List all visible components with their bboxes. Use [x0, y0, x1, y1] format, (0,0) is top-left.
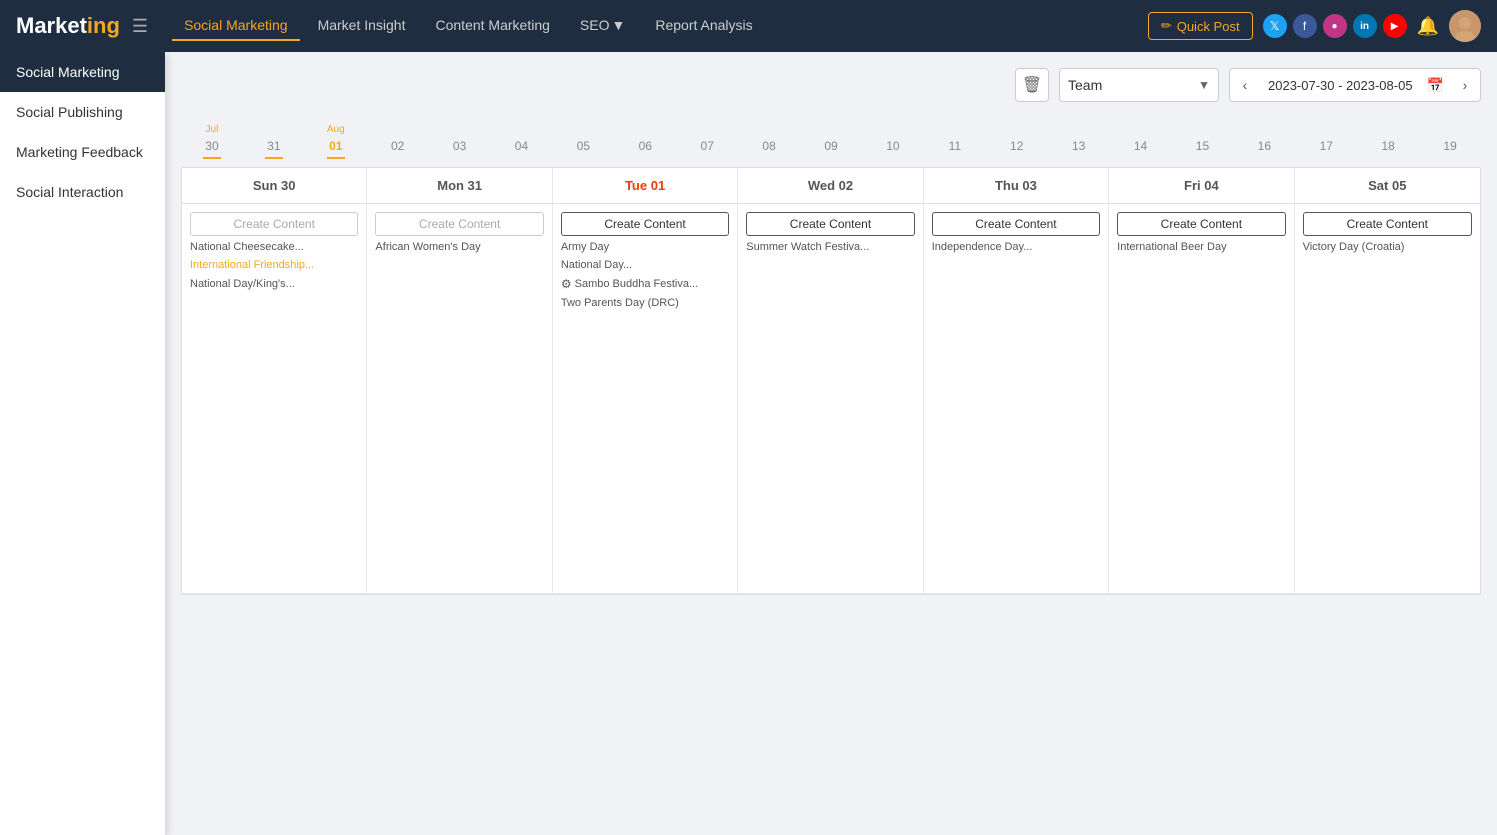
facebook-icon[interactable]: f — [1293, 14, 1317, 38]
hamburger-icon[interactable]: ☰ — [132, 16, 148, 37]
logo-text: Marketing — [16, 13, 120, 39]
create-content-thu03[interactable]: Create Content — [932, 212, 1100, 236]
quick-post-label: Quick Post — [1177, 19, 1240, 34]
ds-05[interactable]: 05 — [552, 135, 614, 159]
create-content-sun30[interactable]: Create Content — [190, 212, 358, 236]
cal-cell-sun30: Create Content National Cheesecake... In… — [182, 204, 367, 594]
date-range-selector: ‹ 2023-07-30 - 2023-08-05 📅 › — [1229, 68, 1481, 102]
ds-18[interactable]: 18 — [1357, 135, 1419, 159]
create-content-wed02[interactable]: Create Content — [746, 212, 914, 236]
cal-header-tue01: Tue 01 — [553, 168, 738, 203]
cal-cell-tue01: Create Content Army Day National Day... … — [553, 204, 738, 594]
header-right: ✏ Quick Post 𝕏 f ● in ▶ 🔔 — [1148, 10, 1481, 42]
sidebar-item-social-interaction[interactable]: Social Interaction — [0, 172, 165, 212]
sidebar-item-marketing-feedback[interactable]: Marketing Feedback — [0, 132, 165, 172]
ds-07[interactable]: 07 — [676, 135, 738, 159]
ds-08[interactable]: 08 — [738, 135, 800, 159]
event-tue01-4[interactable]: Two Parents Day (DRC) — [561, 296, 729, 310]
ds-15[interactable]: 15 — [1172, 135, 1234, 159]
ds-jul30[interactable]: Jul 30 — [181, 124, 243, 159]
calendar-header-row: Sun 30 Mon 31 Tue 01 Wed 02 Thu 03 Fri 0… — [182, 168, 1480, 204]
twitter-icon[interactable]: 𝕏 — [1263, 14, 1287, 38]
calendar-icon[interactable]: 📅 — [1421, 77, 1450, 94]
ds-17[interactable]: 17 — [1295, 135, 1357, 159]
main-layout: Social Marketing Social Publishing Marke… — [0, 52, 1497, 835]
team-select[interactable]: Team — [1060, 77, 1190, 93]
sidebar-item-social-publishing[interactable]: Social Publishing — [0, 92, 165, 132]
cal-cell-sat05: Create Content Victory Day (Croatia) — [1295, 204, 1480, 594]
create-content-sat05[interactable]: Create Content — [1303, 212, 1472, 236]
ds-04[interactable]: 04 — [491, 135, 553, 159]
header: Marketing ☰ Social Marketing Market Insi… — [0, 0, 1497, 52]
event-tue01-1[interactable]: Army Day — [561, 240, 729, 254]
linkedin-icon[interactable]: in — [1353, 14, 1377, 38]
ds-13[interactable]: 13 — [1048, 135, 1110, 159]
ds-06[interactable]: 06 — [614, 135, 676, 159]
sidebar-dropdown: Social Marketing Social Publishing Marke… — [0, 52, 165, 835]
ds-03[interactable]: 03 — [429, 135, 491, 159]
calendar-body-row: Create Content National Cheesecake... In… — [182, 204, 1480, 594]
date-range-text: 2023-07-30 - 2023-08-05 — [1260, 78, 1421, 93]
ds-12[interactable]: 12 — [986, 135, 1048, 159]
cal-cell-thu03: Create Content Independence Day... — [924, 204, 1109, 594]
nav-market-insight[interactable]: Market Insight — [306, 11, 418, 41]
event-sun30-2[interactable]: International Friendship... — [190, 258, 358, 272]
cal-header-mon31: Mon 31 — [367, 168, 552, 203]
ds-aug01[interactable]: Aug 01 — [305, 124, 367, 159]
ds-31[interactable]: 31 — [243, 135, 305, 159]
ds-10[interactable]: 10 — [862, 135, 924, 159]
cal-cell-fri04: Create Content International Beer Day — [1109, 204, 1294, 594]
ds-16[interactable]: 16 — [1233, 135, 1295, 159]
event-mon31-1[interactable]: African Women's Day — [375, 240, 543, 254]
team-chevron-icon: ▼ — [1190, 78, 1218, 92]
prev-date-button[interactable]: ‹ — [1230, 68, 1260, 102]
create-content-fri04[interactable]: Create Content — [1117, 212, 1285, 236]
main-nav: Social Marketing Market Insight Content … — [172, 11, 1148, 41]
cal-header-thu03: Thu 03 — [924, 168, 1109, 203]
date-strip: Jul 30 31 Aug 01 02 03 — [181, 116, 1481, 163]
ds-11[interactable]: 11 — [924, 135, 986, 159]
logo: Marketing ☰ — [16, 13, 148, 39]
cal-header-sat05: Sat 05 — [1295, 168, 1480, 203]
event-sat05-1[interactable]: Victory Day (Croatia) — [1303, 240, 1472, 254]
event-wed02-1[interactable]: Summer Watch Festiva... — [746, 240, 914, 254]
team-select-wrap: Team ▼ — [1059, 68, 1219, 102]
event-tue01-3[interactable]: ⚙ Sambo Buddha Festiva... — [561, 277, 729, 293]
cal-header-sun30: Sun 30 — [182, 168, 367, 203]
create-content-mon31[interactable]: Create Content — [375, 212, 543, 236]
sidebar-item-social-marketing[interactable]: Social Marketing — [0, 52, 165, 92]
nav-content-marketing[interactable]: Content Marketing — [424, 11, 562, 41]
quick-post-button[interactable]: ✏ Quick Post — [1148, 12, 1253, 40]
cal-header-fri04: Fri 04 — [1109, 168, 1294, 203]
next-date-button[interactable]: › — [1450, 68, 1480, 102]
event-icon: ⚙ — [561, 277, 572, 293]
nav-seo[interactable]: SEO ▼ — [568, 11, 637, 41]
edit-icon: ✏ — [1161, 18, 1172, 34]
bell-icon[interactable]: 🔔 — [1417, 16, 1439, 37]
cal-cell-mon31: Create Content African Women's Day — [367, 204, 552, 594]
avatar[interactable] — [1449, 10, 1481, 42]
toolbar: 🗑 Team ▼ ‹ 2023-07-30 - 2023-08-05 📅 › — [181, 68, 1481, 102]
nav-report-analysis[interactable]: Report Analysis — [643, 11, 764, 41]
instagram-icon[interactable]: ● — [1323, 14, 1347, 38]
ds-14[interactable]: 14 — [1110, 135, 1172, 159]
event-tue01-2[interactable]: National Day... — [561, 258, 729, 272]
seo-chevron-icon: ▼ — [611, 17, 625, 33]
event-sun30-1[interactable]: National Cheesecake... — [190, 240, 358, 254]
social-icons-group: 𝕏 f ● in ▶ — [1263, 14, 1407, 38]
ds-02[interactable]: 02 — [367, 135, 429, 159]
ds-09[interactable]: 09 — [800, 135, 862, 159]
event-thu03-1[interactable]: Independence Day... — [932, 240, 1100, 254]
event-sun30-3[interactable]: National Day/King's... — [190, 277, 358, 291]
delete-button[interactable]: 🗑 — [1015, 68, 1049, 102]
cal-header-wed02: Wed 02 — [738, 168, 923, 203]
calendar-grid: Sun 30 Mon 31 Tue 01 Wed 02 Thu 03 Fri 0… — [181, 167, 1481, 595]
nav-social-marketing[interactable]: Social Marketing — [172, 11, 300, 41]
cal-cell-wed02: Create Content Summer Watch Festiva... — [738, 204, 923, 594]
content-area: 🗑 Team ▼ ‹ 2023-07-30 - 2023-08-05 📅 › J… — [165, 52, 1497, 835]
event-fri04-1[interactable]: International Beer Day — [1117, 240, 1285, 254]
ds-19[interactable]: 19 — [1419, 135, 1481, 159]
youtube-icon[interactable]: ▶ — [1383, 14, 1407, 38]
create-content-tue01[interactable]: Create Content — [561, 212, 729, 236]
